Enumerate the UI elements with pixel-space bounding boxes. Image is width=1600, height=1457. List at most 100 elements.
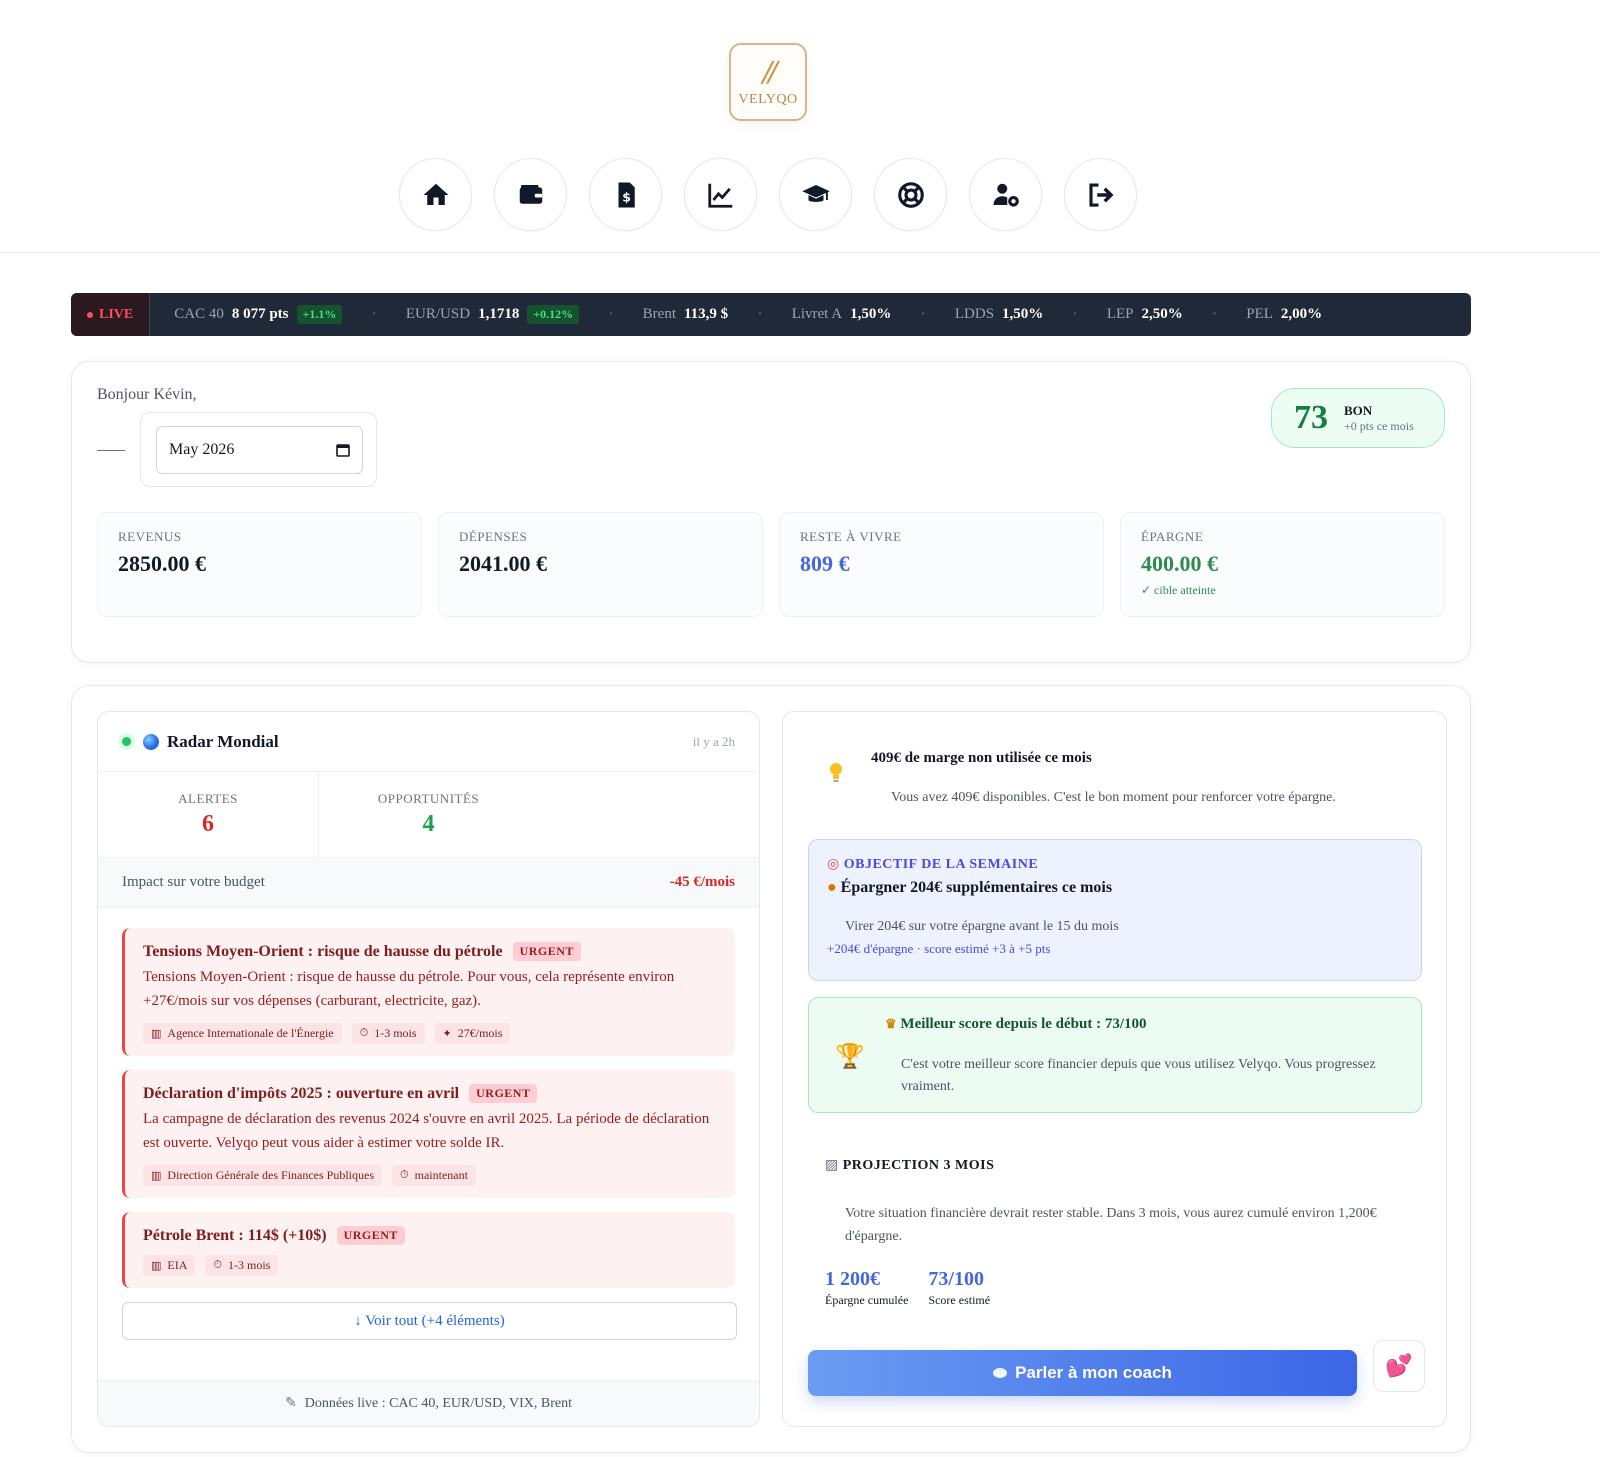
globe-icon <box>143 733 159 750</box>
bar-chart-icon: ▥ <box>151 1028 162 1040</box>
wallet-icon <box>519 184 542 204</box>
stat-label: OPPORTUNITÉS <box>377 791 480 806</box>
ticker-value: 113,9 $ <box>684 306 729 322</box>
money-bag-icon: ● <box>827 879 837 896</box>
ticker-label: LEP <box>1106 306 1134 322</box>
urgent-badge: URGENT <box>512 942 581 961</box>
alert-item[interactable]: Tensions Moyen-Orient : risque de hausse… <box>122 928 735 1056</box>
score-value: 73 <box>1294 399 1328 436</box>
nav-invoice-button[interactable]: $ <box>589 158 662 231</box>
alert-description: La campagne de déclaration des revenus 2… <box>143 1111 710 1151</box>
source-chip: ▥ EIA <box>143 1255 196 1276</box>
cost-chip: ✦ 27€/mois <box>434 1023 511 1044</box>
source-label: Agence Internationale de l'Énergie <box>167 1026 334 1040</box>
ticker-label: CAC 40 <box>174 306 224 322</box>
live-indicator: LIVE <box>71 293 151 336</box>
live-dot-icon <box>87 311 93 318</box>
greeting-dash <box>97 450 125 451</box>
month-picker-container: May 2026 <box>140 412 377 487</box>
alert-item[interactable]: Déclaration d'impôts 2025 : ouverture en… <box>122 1070 735 1198</box>
ticker-value: 8 077 pts <box>231 306 289 322</box>
ticker-value: 1,1718 <box>478 306 520 322</box>
source-label: EIA <box>167 1258 188 1272</box>
radar-updated: il y a 2h <box>692 733 735 749</box>
money-icon: ✦ <box>442 1028 452 1040</box>
kpi-title: DÉPENSES <box>459 529 528 544</box>
calendar-icon[interactable] <box>336 443 350 457</box>
horizon-chip: ⏱ maintenant <box>392 1165 476 1186</box>
ticker-item: Brent 113,9 $ <box>613 306 759 323</box>
logo-name: VELYQO <box>738 92 798 107</box>
best-description: C'est votre meilleur score financier dep… <box>901 1057 1376 1094</box>
nav-home-button[interactable] <box>399 158 472 231</box>
ticker-change: +0.12% <box>527 305 580 324</box>
support-heart-button[interactable]: 💕 <box>1373 1340 1425 1392</box>
kpi-row: REVENUS 2850.00 € DÉPENSES 2041.00 € RES… <box>97 512 1445 617</box>
tip-description: Vous avez 409€ disponibles. C'est le bon… <box>891 790 1336 805</box>
ticker-item: EUR/USD 1,1718 +0.12% <box>376 305 609 324</box>
horizon-chip: ⏱ 1-3 mois <box>351 1023 425 1044</box>
radar-header: Radar Mondial il y a 2h <box>98 712 759 772</box>
nav-wallet-button[interactable] <box>494 158 567 231</box>
chart-line-icon <box>707 183 732 208</box>
ticker-item: CAC 40 8 077 pts +1.1% <box>144 305 372 324</box>
main-nav: $ <box>399 158 1137 231</box>
impact-value: -45 €/mois <box>669 874 735 890</box>
kpi-value: 2850.00 € <box>118 551 206 576</box>
nav-analytics-button[interactable] <box>684 158 757 231</box>
bar-chart-icon: ▥ <box>151 1170 162 1182</box>
month-input[interactable]: May 2026 <box>156 426 363 474</box>
budget-impact: Impact sur votre budget -45 €/mois <box>98 858 759 908</box>
projection-value-savings: 1 200€ Épargne cumulée <box>825 1268 908 1308</box>
logo-badge: // VELYQO <box>729 43 807 121</box>
ticker-label: EUR/USD <box>405 306 471 322</box>
see-all-button[interactable]: ↓ Voir tout (+4 éléments) <box>122 1302 737 1340</box>
radar-stats: ALERTES 6 OPPORTUNITÉS 4 <box>98 772 759 858</box>
radar-title: Radar Mondial <box>167 731 279 751</box>
alert-item[interactable]: Pétrole Brent : 114$ (+10$) URGENT ▥ EIA … <box>122 1212 735 1288</box>
stat-value: 6 <box>202 811 214 837</box>
stat-opportunities: OPPORTUNITÉS 4 <box>318 772 538 857</box>
kpi-sub: ✓ cible atteinte <box>1141 583 1216 597</box>
alert-title: Pétrole Brent : 114$ (+10$) <box>143 1226 327 1244</box>
greeting: Bonjour Kévin, <box>97 386 197 403</box>
timer-icon: ⏱ <box>359 1027 369 1039</box>
projection-value-score: 73/100 Score estimé <box>928 1268 990 1308</box>
alert-description: Tensions Moyen-Orient : risque de hausse… <box>143 969 675 1009</box>
ticker-label: Livret A <box>791 306 843 322</box>
timer-icon: ⏱ <box>213 1259 222 1271</box>
projection: ▨ PROJECTION 3 MOIS Votre situation fina… <box>825 1157 1405 1308</box>
brand-logo[interactable]: // VELYQO <box>716 30 820 134</box>
projection-label: Score estimé <box>928 1293 991 1307</box>
satellite-icon: ✎ <box>284 1396 297 1411</box>
graduation-cap-icon <box>801 184 830 202</box>
ticker-track: CAC 40 8 077 pts +1.1% • EUR/USD 1,1718 … <box>144 305 1352 324</box>
kpi-value: 2041.00 € <box>459 551 547 576</box>
svg-text:$: $ <box>622 189 631 204</box>
alert-title: Tensions Moyen-Orient : risque de hausse… <box>143 942 503 960</box>
nav-account-settings-button[interactable] <box>969 158 1042 231</box>
ticker-value: 2,00% <box>1280 306 1323 322</box>
talk-to-coach-button[interactable]: Parler à mon coach <box>808 1350 1357 1396</box>
logo-mark: // <box>762 54 778 91</box>
impact-label: Impact sur votre budget <box>122 874 265 890</box>
home-icon <box>423 183 448 205</box>
source-chip: ▥ Direction Générale des Finances Publiqu… <box>143 1165 383 1186</box>
nav-logout-button[interactable] <box>1064 158 1137 231</box>
radar-panel: Radar Mondial il y a 2h ALERTES 6 OPPORT… <box>97 711 760 1427</box>
chart-up-icon: ▨ <box>825 1158 839 1173</box>
bar-chart-icon: ▥ <box>151 1260 162 1272</box>
invoice-dollar-icon: $ <box>618 182 635 207</box>
cost-label: 27€/mois <box>457 1026 503 1040</box>
small-trophy-icon: ♛ <box>885 1016 897 1031</box>
projection-values: 1 200€ Épargne cumulée 73/100 Score esti… <box>825 1268 1405 1308</box>
ticker-item: LDDS 1,50% <box>925 306 1073 323</box>
projection-header: PROJECTION 3 MOIS <box>842 1158 995 1173</box>
best-title: Meilleur score depuis le début : 73/100 <box>900 1016 1147 1032</box>
score-level: BON <box>1344 402 1373 418</box>
nav-support-button[interactable] <box>874 158 947 231</box>
coach-panel: 409€ de marge non utilisée ce mois Vous … <box>782 711 1447 1427</box>
user-gear-icon <box>993 183 1019 207</box>
horizon-label: 1-3 mois <box>374 1026 417 1040</box>
nav-education-button[interactable] <box>779 158 852 231</box>
